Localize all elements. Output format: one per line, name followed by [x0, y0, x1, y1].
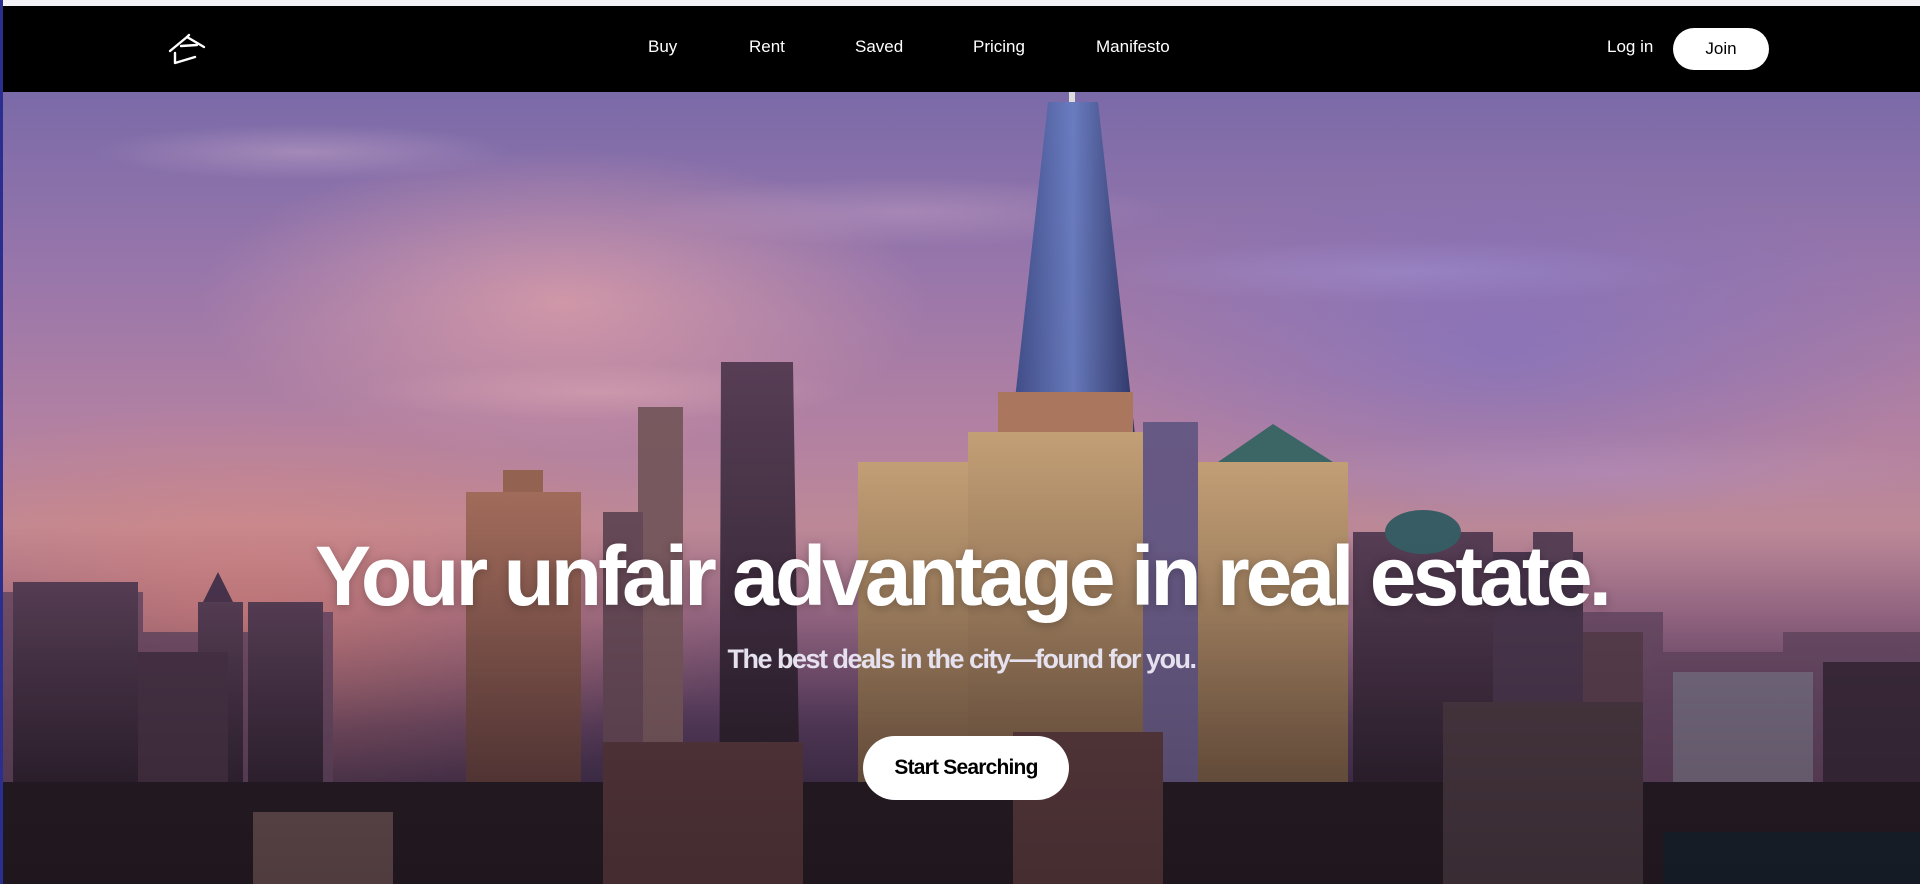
hero-headline: Your unfair advantage in real estate.	[315, 529, 1612, 623]
top-navbar: Buy Rent Saved Pricing Manifesto Log in …	[3, 6, 1920, 92]
window-left-edge	[0, 0, 3, 884]
join-button[interactable]: Join	[1673, 28, 1769, 70]
hero-section: Your unfair advantage in real estate. Th…	[3, 92, 1920, 884]
hero-subheadline: The best deals in the city—found for you…	[727, 644, 1197, 674]
login-link[interactable]: Log in	[1607, 37, 1653, 57]
nav-link-manifesto[interactable]: Manifesto	[1096, 37, 1170, 57]
nav-link-buy[interactable]: Buy	[648, 37, 677, 57]
nav-link-pricing[interactable]: Pricing	[973, 37, 1025, 57]
nav-link-saved[interactable]: Saved	[855, 37, 903, 57]
start-searching-button[interactable]: Start Searching	[863, 736, 1069, 800]
nav-link-rent[interactable]: Rent	[749, 37, 785, 57]
